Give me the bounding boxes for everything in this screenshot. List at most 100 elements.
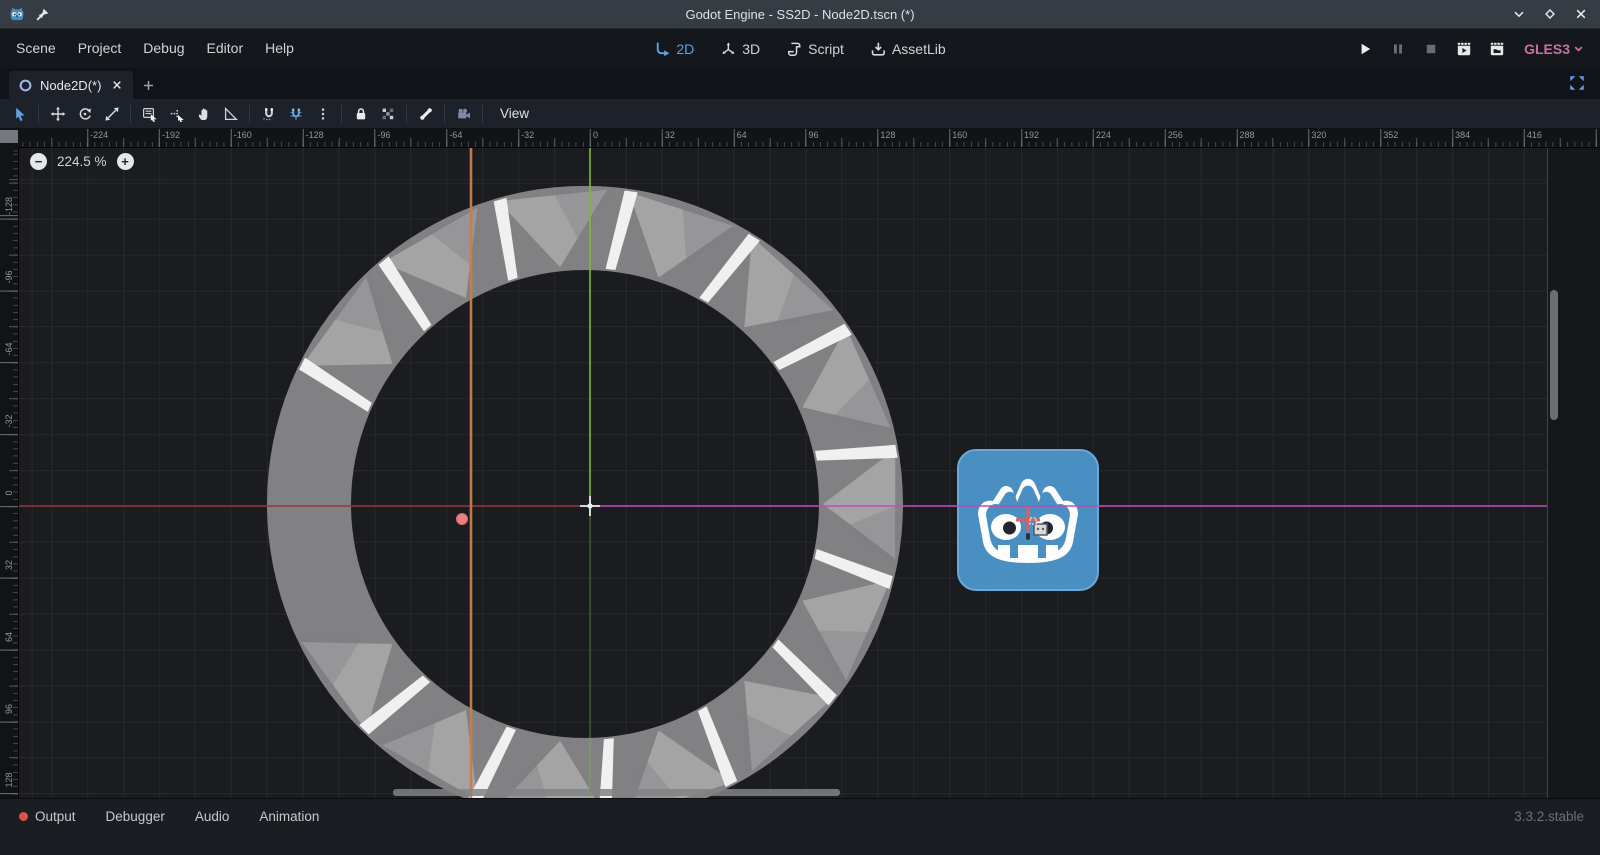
smart-snap-toggle[interactable] [255,102,282,126]
chevron-down-icon [1571,41,1586,56]
horizontal-scrollbar[interactable] [393,789,840,796]
bottom-panel-bar: OutputDebuggerAudioAnimation 3.3.2.stabl… [0,798,1600,855]
v-ruler-label: 32 [4,553,14,577]
zoom-level[interactable]: 224.5 % [57,154,107,169]
camera-override-toggle-icon [456,106,472,122]
pan-tool-icon [196,106,212,122]
h-ruler-label: -128 [306,130,324,140]
stop-button[interactable] [1419,37,1443,61]
pivot-tool[interactable] [163,102,190,126]
workspace-label: AssetLib [892,41,946,57]
h-ruler-label: -224 [90,130,108,140]
play-button[interactable] [1353,37,1377,61]
guide-handle-dot[interactable] [457,514,468,525]
ruler-tool-icon [223,106,239,122]
bottom-panel-output-button[interactable]: Output [10,807,85,826]
camera-override-toggle[interactable] [450,102,477,126]
scene-tab-label: Node2D(*) [40,78,101,93]
window-close-button[interactable] [1572,5,1590,23]
view-menu-button[interactable]: View [488,106,541,121]
window-maximize-button[interactable] [1541,5,1559,23]
move-tool-icon [50,106,66,122]
v-ruler-label: -128 [4,194,14,218]
play-custom-icon [1489,41,1505,57]
zoom-widget: − 224.5 % + [30,153,134,170]
h-ruler-label: 0 [593,130,598,140]
pause-icon [1390,41,1406,57]
canvas-area: -224-192-160-128-96-64-32032649612816019… [0,129,1600,798]
h-ruler-label: -96 [377,130,390,140]
h-ruler-label: 192 [1024,130,1039,140]
expand-viewport-button[interactable] [1568,74,1588,94]
ruler-tool[interactable] [217,102,244,126]
vertical-scrollbar[interactable] [1550,290,1558,420]
scene-tab-bar: Node2D(*) [0,68,1600,99]
group-toggle-icon [380,106,396,122]
group-toggle[interactable] [374,102,401,126]
bottom-panel-animation-button[interactable]: Animation [250,807,328,826]
title-bar: Godot Engine - SS2D - Node2D.tscn (*) [0,0,1600,29]
play-scene-button[interactable] [1452,37,1476,61]
select-tool[interactable] [6,102,33,126]
snap-options-menu-icon [315,106,331,122]
h-ruler-label: 256 [1168,130,1183,140]
vertical-ruler[interactable]: -128-96-64-320326496128 [0,148,19,798]
h-ruler-label: -64 [449,130,462,140]
origin-crosshair [580,496,600,516]
window-minimize-button[interactable] [1510,5,1528,23]
h-ruler-label: 416 [1527,130,1542,140]
workspace-script-button[interactable]: Script [780,41,850,57]
list-select-tool-icon [142,106,158,122]
h-ruler-label: 96 [809,130,819,140]
tab-close-button[interactable] [110,78,124,92]
panel-label: Audio [195,809,230,824]
workspace-2d-button[interactable]: 2D [648,41,700,57]
h-ruler-label: 128 [880,130,895,140]
v-ruler-label: 64 [4,625,14,649]
snap-options-menu[interactable] [309,102,336,126]
node2d-icon [18,78,33,93]
zoom-in-button[interactable]: + [117,153,134,170]
h-ruler-label: -32 [521,130,534,140]
menu-help[interactable]: Help [254,29,305,68]
menu-project[interactable]: Project [67,29,133,68]
skeleton-menu[interactable] [412,102,439,126]
grid-snap-toggle[interactable] [282,102,309,126]
menu-editor[interactable]: Editor [196,29,255,68]
list-select-tool[interactable] [136,102,163,126]
toolbar-separator [341,105,342,123]
h-ruler-label: 288 [1240,130,1255,140]
scene-viewport[interactable] [19,148,1547,798]
move-cursor-icon [1034,524,1047,535]
horizontal-ruler[interactable]: -224-192-160-128-96-64-32032649612816019… [0,129,1600,148]
workspace-3d-button[interactable]: 3D [714,41,766,57]
move-tool[interactable] [44,102,71,126]
play-icon [1357,41,1373,57]
panel-label: Animation [259,809,319,824]
zoom-out-button[interactable]: − [30,153,47,170]
workspace-label: 3D [742,41,760,57]
pan-tool[interactable] [190,102,217,126]
menu-debug[interactable]: Debug [132,29,195,68]
h-ruler-label: 224 [1096,130,1111,140]
renderer-dropdown[interactable]: GLES3 [1524,41,1586,57]
workspace-assetlib-button[interactable]: AssetLib [864,41,952,57]
pause-button[interactable] [1386,37,1410,61]
play-custom-scene-button[interactable] [1485,37,1509,61]
workspace-3d-icon [720,41,736,57]
menu-scene[interactable]: Scene [5,29,67,68]
scene-tab-node2d[interactable]: Node2D(*) [9,71,133,99]
lock-toggle[interactable] [347,102,374,126]
renderer-label: GLES3 [1524,41,1570,57]
toolbar-separator [130,105,131,123]
add-scene-tab-button[interactable] [133,71,163,99]
pin-icon[interactable] [35,7,50,22]
h-ruler-label: 320 [1311,130,1326,140]
pin-icon [35,7,50,22]
smart-snap-toggle-icon [261,106,277,122]
rotate-tool[interactable] [71,102,98,126]
scale-tool[interactable] [98,102,125,126]
bottom-panel-debugger-button[interactable]: Debugger [97,807,174,826]
godot-logo-icon [8,5,26,23]
bottom-panel-audio-button[interactable]: Audio [186,807,239,826]
